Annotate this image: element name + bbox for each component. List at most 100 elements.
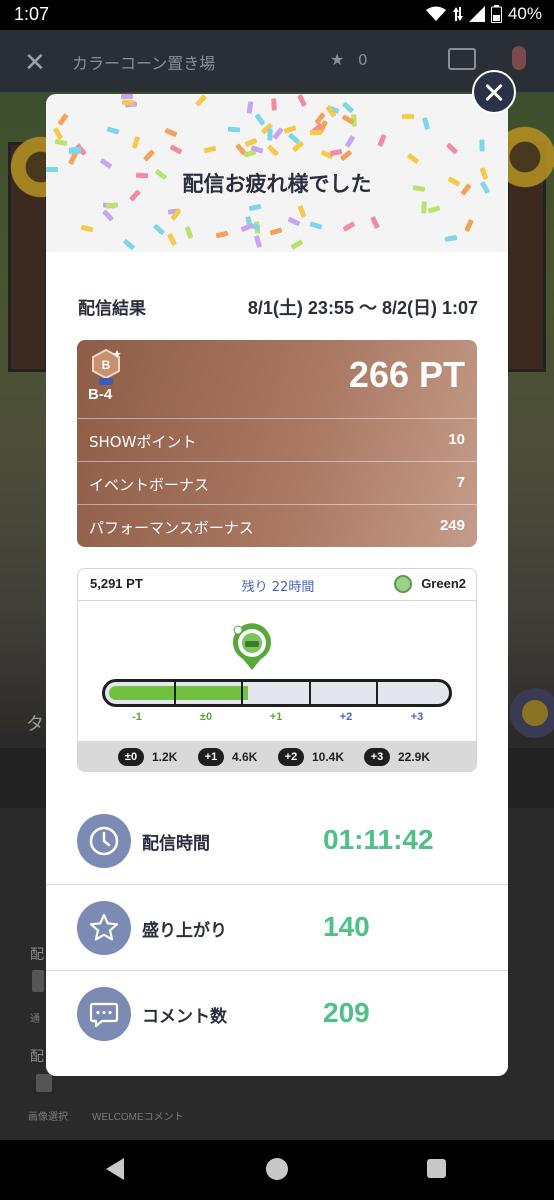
points-card: B B-4 266 PT SHOWポイント 10 イベントボーナス 7 パフォー… xyxy=(77,340,477,547)
background-topbar: ✕ カラーコーン置き場 ★ 0 xyxy=(0,30,554,92)
group-name: Green2 xyxy=(421,576,466,591)
confetti-piece xyxy=(54,139,68,147)
confetti-piece xyxy=(406,152,420,164)
level-progress-bar xyxy=(102,679,452,707)
battery-icon xyxy=(490,5,502,23)
background-hint: 通 xyxy=(30,1014,40,1025)
gift-icon xyxy=(522,700,548,726)
remaining-time: 残り 22時間 xyxy=(241,580,315,595)
confetti-piece xyxy=(267,128,273,141)
clock-icon xyxy=(77,814,131,868)
confetti-piece xyxy=(341,102,354,114)
background-label: 配 xyxy=(30,1049,44,1065)
threshold-value: 22.9K xyxy=(398,750,431,764)
points-item: イベントボーナス 7 xyxy=(77,461,477,504)
confetti-piece xyxy=(344,134,356,148)
stat-value: 209 xyxy=(323,997,370,1028)
confetti-piece xyxy=(169,144,183,155)
points-item-name: イベントボーナス xyxy=(89,476,210,494)
battery-level: 40% xyxy=(507,4,542,23)
modal-title: 配信お疲れ様でした xyxy=(182,172,372,196)
nav-home-icon[interactable] xyxy=(266,1158,288,1180)
confetti-piece xyxy=(240,222,254,232)
confetti-piece xyxy=(102,209,115,222)
star-icon xyxy=(77,901,131,955)
navigation-bar xyxy=(0,1140,554,1200)
confetti-piece xyxy=(246,101,254,115)
confetti-piece xyxy=(287,132,300,145)
points-item: SHOWポイント 10 xyxy=(77,418,477,461)
total-points: 266 PT xyxy=(348,354,465,395)
confetti-piece xyxy=(369,215,380,229)
points-item-value: 7 xyxy=(456,474,465,491)
confetti-piece xyxy=(121,94,134,100)
level-divider xyxy=(174,682,176,704)
confetti-piece xyxy=(271,98,278,111)
confetti-piece xyxy=(142,149,155,162)
stat-value: 01:11:42 xyxy=(323,824,434,855)
confetti-piece xyxy=(228,126,241,133)
level-scale-label: +1 xyxy=(269,711,283,723)
status-icons: 40% xyxy=(425,4,542,24)
badge-letter: B xyxy=(102,358,111,372)
confetti-piece xyxy=(420,201,427,215)
threshold-item: +3 22.9K xyxy=(364,748,430,766)
threshold-value: 10.4K xyxy=(312,750,345,764)
confetti-piece xyxy=(131,135,141,149)
level-divider xyxy=(309,682,311,704)
confetti-piece xyxy=(122,238,135,251)
image-icon xyxy=(36,1074,52,1092)
threshold-item: +2 10.4K xyxy=(278,748,344,766)
confetti-piece xyxy=(479,139,485,152)
background-star-icon: ★ xyxy=(330,50,345,69)
data-arrows-icon xyxy=(452,6,463,22)
confetti-piece xyxy=(194,94,207,107)
confetti-piece xyxy=(296,94,307,107)
confetti-piece xyxy=(421,116,430,130)
confetti-piece xyxy=(57,113,69,127)
nav-back-icon[interactable] xyxy=(106,1158,124,1180)
confetti-piece xyxy=(121,99,135,105)
welcome-comment-label: WELCOMEコメント xyxy=(92,1112,184,1123)
points-item-name: SHOWポイント xyxy=(89,433,197,451)
confetti-piece xyxy=(80,224,94,233)
stat-value: 140 xyxy=(323,911,370,942)
stat-comments: コメント数 209 xyxy=(46,970,508,1056)
threshold-level: ±0 xyxy=(118,748,144,766)
stat-excitement: 盛り上がり 140 xyxy=(46,884,508,970)
background-star-count: 0 xyxy=(358,51,368,69)
confetti-piece xyxy=(272,126,284,140)
group-icon xyxy=(394,575,412,593)
confetti-piece xyxy=(215,230,229,239)
comment-icon xyxy=(77,987,131,1041)
threshold-level: +1 xyxy=(198,748,224,766)
confetti-piece xyxy=(427,205,441,214)
modal-header: 配信お疲れ様でした xyxy=(46,94,508,252)
confetti-piece xyxy=(376,133,387,147)
confetti-piece xyxy=(106,126,120,135)
current-level-marker-icon xyxy=(230,623,274,671)
confetti-piece xyxy=(342,221,356,233)
confetti-piece xyxy=(68,146,82,153)
confetti-piece xyxy=(99,157,113,169)
confetti-piece xyxy=(445,142,458,155)
confetti-piece xyxy=(401,114,414,120)
nav-recents-icon[interactable] xyxy=(427,1159,446,1178)
background-title: カラーコーン置き場 xyxy=(72,56,216,73)
threshold-value: 1.2K xyxy=(152,750,178,764)
level-scale-label: +2 xyxy=(339,711,353,723)
confetti-piece xyxy=(153,223,166,235)
threshold-level: +2 xyxy=(278,748,304,766)
status-bar: 1:07 40% xyxy=(0,0,554,30)
signal-icon xyxy=(468,6,485,22)
level-card-header: 5,291 PT 残り 22時間 Green2 xyxy=(78,569,476,601)
confetti-piece xyxy=(329,148,343,156)
level-progress-fill xyxy=(109,686,248,700)
rank-label: B-4 xyxy=(88,386,113,403)
level-scale-label: ±0 xyxy=(199,711,213,723)
modal-close-button[interactable] xyxy=(472,70,516,114)
threshold-item: +1 4.6K xyxy=(198,748,257,766)
confetti-piece xyxy=(287,216,301,226)
level-scale-label: -1 xyxy=(132,711,142,723)
level-divider xyxy=(241,682,243,704)
